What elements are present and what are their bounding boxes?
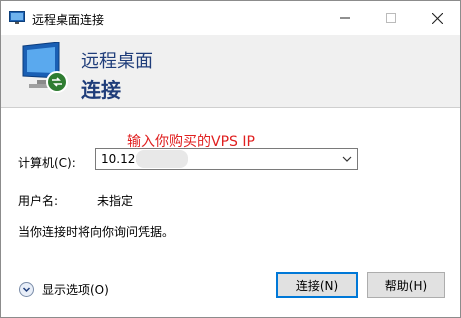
banner-title-line2: 连接 (81, 78, 121, 102)
username-value: 未指定 (97, 194, 134, 208)
remote-desktop-monitor-icon (22, 42, 68, 93)
remote-desktop-app-icon (9, 11, 25, 24)
window-title: 远程桌面连接 (32, 13, 105, 27)
minimize-icon (340, 17, 350, 19)
minimize-button[interactable] (322, 1, 368, 35)
help-button[interactable]: 帮助(H) (367, 272, 445, 298)
computer-combobox[interactable]: 10.128 (95, 148, 358, 170)
credentials-hint: 当你连接时将向你询问凭据。 (18, 225, 175, 239)
title-bar: 远程桌面连接 (1, 1, 460, 35)
connect-button[interactable]: 连接(N) (276, 272, 358, 298)
rdp-window: 远程桌面连接 远程桌面 连接 输入你购买的VPS IP 计算机(C): 10.1… (0, 0, 461, 318)
username-label: 用户名: (18, 194, 59, 208)
show-options-toggle[interactable]: 显示选项(O) (19, 281, 109, 298)
close-icon (431, 12, 443, 24)
banner-title-line1: 远程桌面 (81, 51, 153, 72)
computer-label: 计算机(C): (18, 156, 76, 170)
maximize-button[interactable] (368, 1, 414, 35)
blurred-ip-region (136, 150, 188, 168)
maximize-icon (386, 13, 396, 23)
show-options-label: 显示选项(O) (42, 283, 109, 297)
close-button[interactable] (414, 1, 460, 35)
chevron-circle-down-icon (19, 282, 34, 297)
header-banner: 远程桌面 连接 (1, 35, 460, 107)
chevron-down-icon[interactable] (341, 153, 353, 165)
